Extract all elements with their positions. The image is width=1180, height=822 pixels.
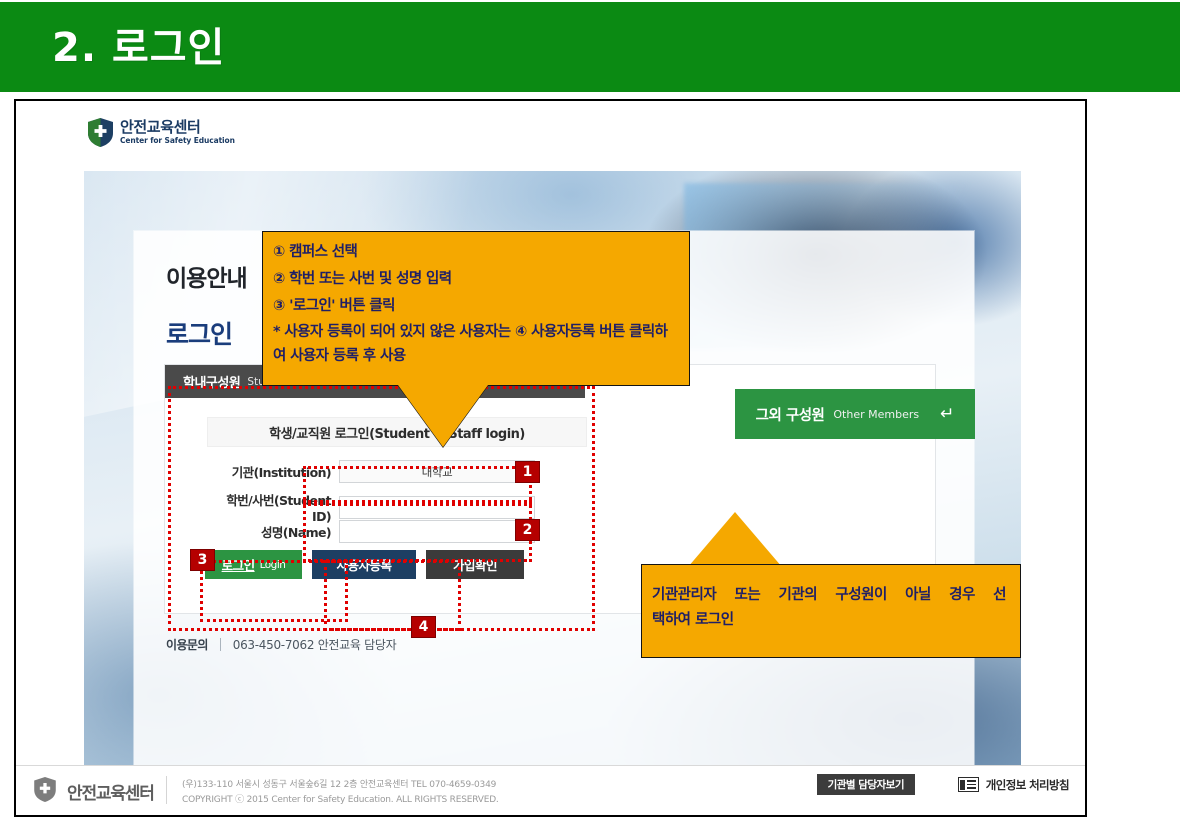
other-members-en: Other Members xyxy=(833,408,919,421)
footer-address: (우)133-110 서울시 성동구 서울숲6길 12 2층 안전교육센터 TE… xyxy=(182,778,499,793)
guide-title: 이용안내 xyxy=(166,259,247,293)
footer-copyright: COPYRIGHT ⓒ 2015 Center for Safety Educa… xyxy=(182,793,499,808)
slide-root: 2. 로그인 안전교육센터 Center for Safety Educatio… xyxy=(0,0,1180,822)
id-card-icon xyxy=(958,777,979,792)
inquiry-value: 063-450-7062 안전교육 담당자 xyxy=(233,636,397,653)
marker-4: 4 xyxy=(411,616,436,638)
slide-title-banner: 2. 로그인 xyxy=(0,2,1180,92)
highlight-credentials xyxy=(303,500,532,562)
top-callout: ① 캠퍼스 선택 ② 학번 또는 사번 및 성명 입력 ③ '로그인' 버튼 클… xyxy=(262,231,690,386)
enter-arrow-icon: ↵ xyxy=(940,404,954,424)
top-callout-line-1: ① 캠퍼스 선택 xyxy=(273,239,679,266)
marker-2: 2 xyxy=(515,519,540,541)
site-header: 안전교육센터 Center for Safety Education xyxy=(16,101,1085,171)
bottom-callout: 기관관리자 또는 기관의 구성원이 아닐 경우 선 택하여 로그인 xyxy=(641,564,1021,658)
privacy-policy-link[interactable]: 개인정보 처리방침 xyxy=(958,774,1069,795)
site-logo[interactable]: 안전교육센터 Center for Safety Education xyxy=(88,118,235,147)
bottom-callout-line-2: 택하여 로그인 xyxy=(652,608,1006,633)
top-callout-line-4: * 사용자 등록이 되어 있지 않은 사용자는 ④ 사용자등록 버튼 클릭하여 … xyxy=(273,320,679,368)
site-logo-text: 안전교육센터 Center for Safety Education xyxy=(120,120,235,146)
inquiry-label: 이용문의 xyxy=(166,636,208,653)
top-callout-line-3: ③ '로그인' 버튼 클릭 xyxy=(273,293,679,320)
bottom-callout-tail xyxy=(688,512,782,567)
shield-icon xyxy=(88,118,113,147)
site-logo-kr: 안전교육센터 xyxy=(120,120,235,136)
other-members-kr: 그외 구성원 xyxy=(756,404,825,425)
inquiry-row: 이용문의 063-450-7062 안전교육 담당자 xyxy=(166,636,396,653)
footer-text: (우)133-110 서울시 성동구 서울숲6길 12 2층 안전교육센터 TE… xyxy=(182,778,499,808)
footer-logo: 안전교육센터 xyxy=(34,777,154,806)
bottom-callout-line-1: 기관관리자 또는 기관의 구성원이 아닐 경우 선 xyxy=(652,583,1006,608)
footer-shield-icon xyxy=(34,777,59,806)
marker-1: 1 xyxy=(515,461,540,483)
site-footer: 안전교육센터 (우)133-110 서울시 성동구 서울숲6길 12 2층 안전… xyxy=(16,765,1085,815)
footer-logo-text: 안전교육센터 xyxy=(67,779,154,804)
top-callout-tail xyxy=(398,385,488,447)
page-title: 2. 로그인 xyxy=(52,24,225,72)
top-callout-line-2: ② 학번 또는 사번 및 성명 입력 xyxy=(273,266,679,293)
marker-3: 3 xyxy=(190,549,215,571)
inquiry-divider xyxy=(220,638,221,651)
site-logo-en: Center for Safety Education xyxy=(120,137,235,145)
highlight-register-button xyxy=(324,560,461,631)
login-heading: 로그인 xyxy=(166,315,232,351)
other-members-button[interactable]: 그외 구성원 Other Members ↵ xyxy=(735,389,975,439)
footer-divider xyxy=(166,776,167,804)
privacy-policy-label: 개인정보 처리방침 xyxy=(986,777,1069,793)
manager-list-button[interactable]: 기관별 담당자보기 xyxy=(817,774,915,795)
